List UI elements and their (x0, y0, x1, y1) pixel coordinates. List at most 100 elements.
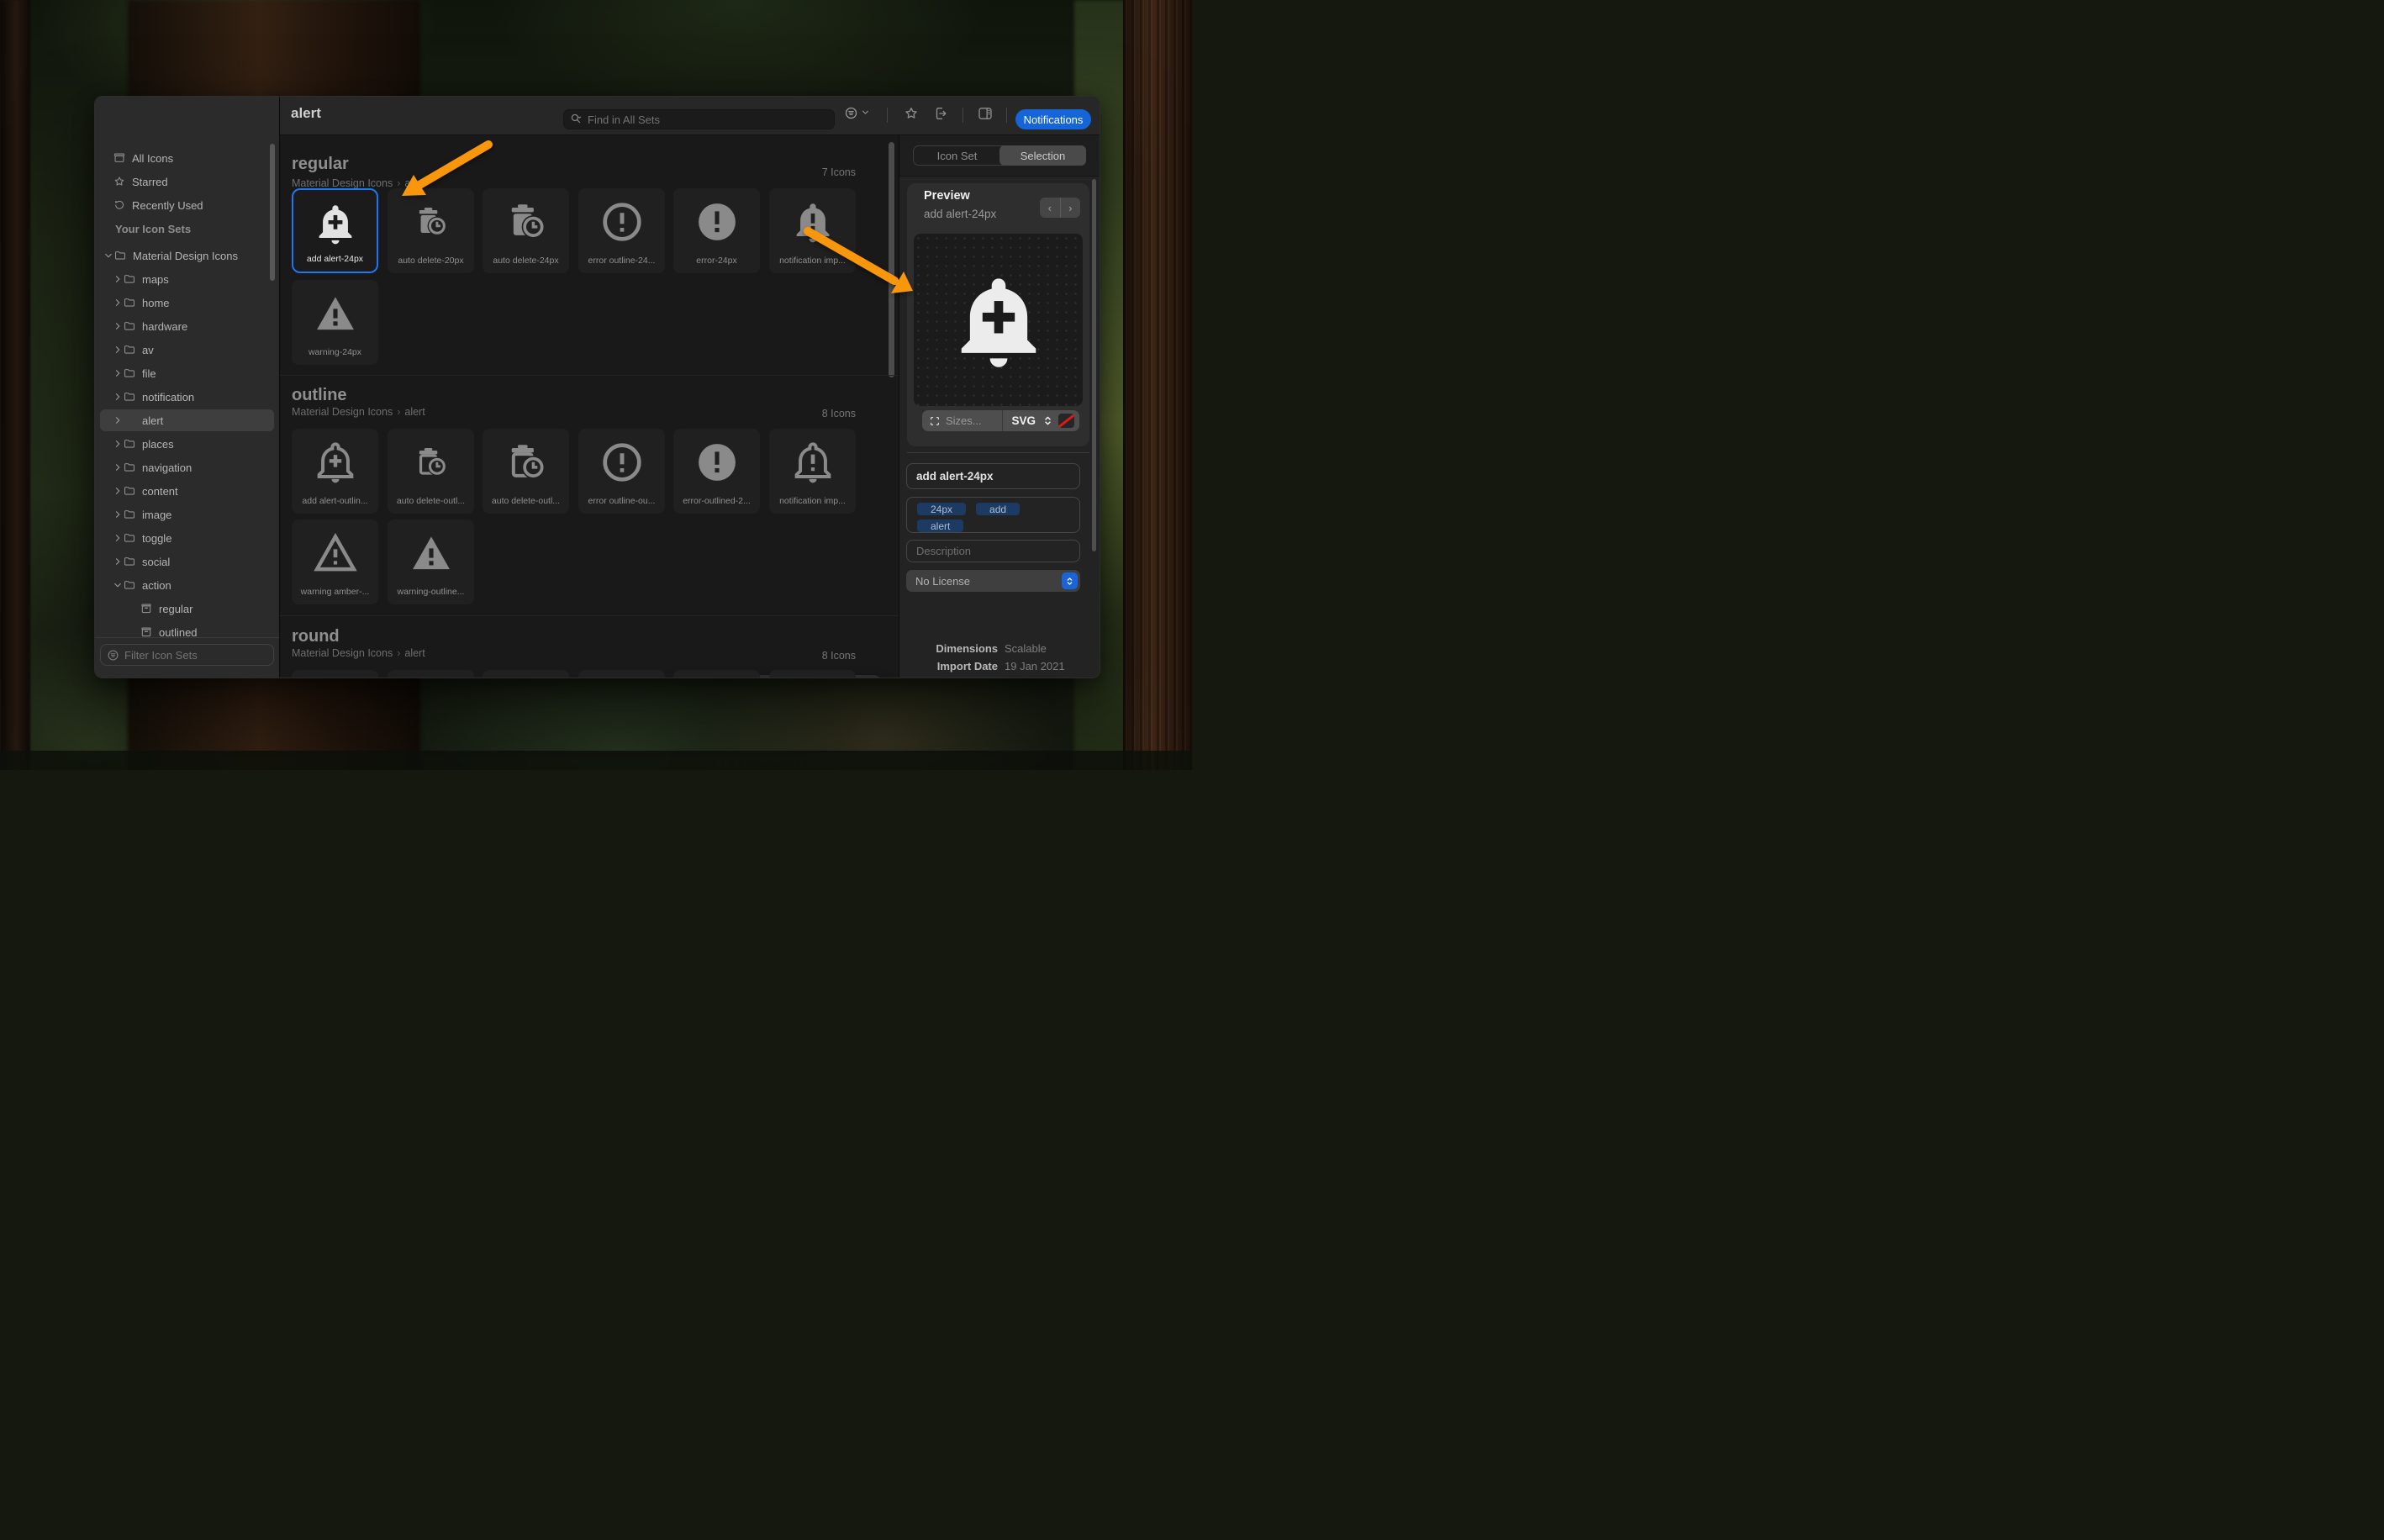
chevron-right-icon[interactable] (113, 556, 123, 567)
sidebar-item-alert[interactable]: alert (95, 409, 279, 432)
chevron-right-icon[interactable] (113, 415, 123, 425)
format-select[interactable]: SVG (1003, 414, 1079, 428)
icon-tile[interactable]: error outline-24... (578, 188, 665, 273)
icon-tile[interactable]: notification imp... (769, 429, 856, 514)
icon-tile[interactable] (292, 670, 378, 678)
sidebar-item-navigation[interactable]: navigation (95, 456, 279, 479)
star-icon[interactable] (903, 105, 920, 122)
chevron-right-icon[interactable] (113, 392, 123, 402)
sidebar-item-places[interactable]: places (95, 432, 279, 456)
icon-tile[interactable]: notification imp... (769, 188, 856, 273)
sidebar-item-home[interactable]: home (95, 291, 279, 314)
icon-name-input[interactable] (907, 470, 1067, 483)
description-field[interactable] (906, 540, 1080, 562)
tab-selection[interactable]: Selection (999, 145, 1086, 166)
chevron-down-icon[interactable] (113, 580, 123, 590)
content-scrollbar[interactable] (889, 142, 894, 377)
export-icon[interactable] (932, 105, 949, 122)
chevron-right-icon[interactable] (113, 321, 123, 331)
chevron-left-icon[interactable]: ‹ (1040, 198, 1061, 218)
license-select[interactable]: No License (906, 570, 1080, 592)
sidebar-item-maps[interactable]: maps (95, 267, 279, 291)
chevron-right-icon[interactable]: › (1061, 198, 1081, 218)
sidebar-item-content[interactable]: content (95, 479, 279, 503)
chevron-right-icon[interactable] (113, 486, 123, 496)
sidebar-item-notification[interactable]: notification (95, 385, 279, 409)
tab-icon-set[interactable]: Icon Set (914, 146, 1000, 165)
icon-tile[interactable]: add alert-outlin... (292, 429, 378, 514)
filter-input[interactable] (124, 649, 251, 662)
chevron-right-icon[interactable] (113, 439, 123, 449)
chevron-right-icon[interactable] (113, 462, 123, 472)
panel-right-icon[interactable] (977, 105, 994, 122)
sidebar-item-regular[interactable]: regular (95, 597, 279, 620)
icon-tile[interactable] (578, 670, 665, 678)
triangle-exclaim-filled-icon (312, 290, 359, 337)
metadata-label: Import Date (899, 660, 998, 672)
inspector-scrollbar[interactable] (1092, 179, 1096, 551)
sidebar-item-outlined[interactable]: outlined (95, 620, 279, 644)
icon-tile[interactable] (483, 670, 569, 678)
breadcrumb-set[interactable]: Material Design Icons (292, 406, 393, 418)
chevron-right-icon[interactable] (113, 509, 123, 519)
trash-clock-outline-icon (503, 439, 550, 486)
icon-tile[interactable]: auto delete-outl... (483, 429, 569, 514)
icon-tile[interactable] (769, 670, 856, 678)
filter-field[interactable] (100, 644, 274, 666)
breadcrumb-separator: › (397, 647, 400, 659)
icon-tile[interactable] (673, 670, 760, 678)
icon-tile[interactable] (388, 670, 474, 678)
section-title: outline (292, 386, 347, 405)
sidebar-item-av[interactable]: av (95, 338, 279, 361)
breadcrumb-leaf[interactable]: alert (404, 406, 425, 418)
sidebar-scrollbar[interactable] (270, 144, 275, 281)
icon-name-field[interactable] (906, 463, 1080, 489)
icon-tile[interactable]: auto delete-outl... (388, 429, 474, 514)
icon-tile[interactable]: auto delete-20px (388, 188, 474, 273)
chevron-down-icon[interactable] (861, 108, 878, 124)
section-title: regular (292, 155, 349, 174)
sidebar-item-recently-used[interactable]: Recently Used (95, 193, 279, 217)
folder-icon (123, 484, 136, 498)
sidebar-item-image[interactable]: image (95, 503, 279, 526)
sizes-field[interactable]: Sizes... (922, 414, 1002, 427)
section-count: 8 Icons (684, 650, 856, 662)
chevron-right-icon[interactable] (113, 298, 123, 308)
breadcrumb-set[interactable]: Material Design Icons (292, 177, 393, 189)
icon-tile[interactable]: error-outlined-2... (673, 429, 760, 514)
chevron-down-icon[interactable] (103, 251, 113, 261)
sidebar-item-social[interactable]: social (95, 550, 279, 573)
icon-tile[interactable]: warning-24px (292, 280, 378, 365)
filter-icon[interactable] (843, 105, 860, 122)
icon-tile[interactable]: warning-outline... (388, 519, 474, 604)
chevron-right-icon[interactable] (113, 368, 123, 378)
sidebar-item-all-icons[interactable]: All Icons (95, 146, 279, 170)
breadcrumb-leaf[interactable]: alert (404, 647, 425, 659)
icon-tile[interactable]: error-24px (673, 188, 760, 273)
tag-chip[interactable]: add (976, 503, 1020, 515)
icon-tile[interactable]: error outline-ou... (578, 429, 665, 514)
chevron-right-icon[interactable] (113, 274, 123, 284)
chevron-right-icon[interactable] (113, 533, 123, 543)
metadata-label: Dimensions (899, 642, 998, 655)
color-well[interactable] (1058, 414, 1074, 428)
search-field[interactable] (563, 109, 835, 129)
icon-tile[interactable]: auto delete-24px (483, 188, 569, 273)
breadcrumb-leaf[interactable]: alert (404, 177, 425, 189)
sidebar-item-toggle[interactable]: toggle (95, 526, 279, 550)
sidebar-item-action[interactable]: action (95, 573, 279, 597)
description-input[interactable] (907, 545, 1067, 557)
breadcrumb-set[interactable]: Material Design Icons (292, 647, 393, 659)
chevron-right-icon[interactable] (113, 345, 123, 355)
tag-chip[interactable]: alert (917, 519, 963, 532)
sidebar-item-file[interactable]: file (95, 361, 279, 385)
icon-tile[interactable]: warning amber-... (292, 519, 378, 604)
sidebar-item-hardware[interactable]: hardware (95, 314, 279, 338)
sidebar-item-starred[interactable]: Starred (95, 170, 279, 193)
search-input[interactable] (588, 113, 798, 126)
sidebar-item-material-design-icons[interactable]: Material Design Icons (95, 244, 279, 267)
tag-chip[interactable]: 24px (917, 503, 966, 515)
circle-exclaim-filled-icon (694, 439, 741, 486)
icon-tile[interactable]: add alert-24px (292, 188, 378, 273)
notifications-button[interactable]: Notifications (1015, 109, 1091, 129)
